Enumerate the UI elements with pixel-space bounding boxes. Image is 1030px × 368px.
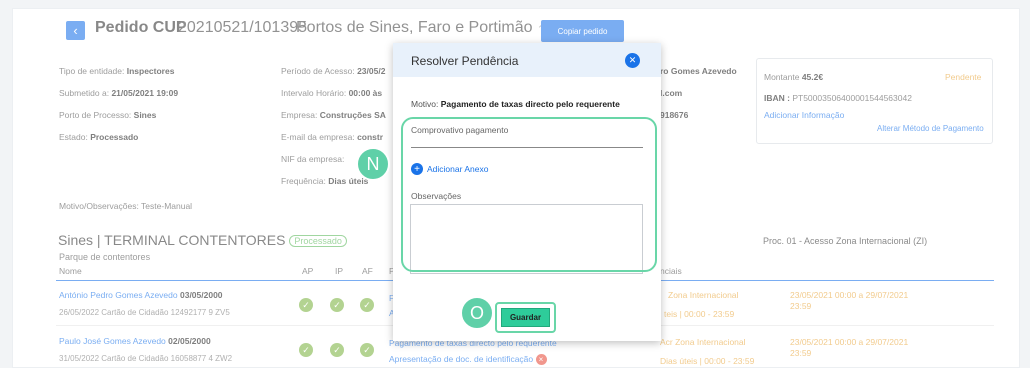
form-highlight (401, 117, 657, 272)
close-button[interactable]: ✕ (625, 53, 640, 68)
save-button[interactable]: Guardar (501, 308, 550, 327)
modal-title: Resolver Pendência (411, 54, 519, 68)
modal-reason: Motivo: Pagamento de taxas directo pelo … (411, 99, 620, 109)
marker-o: O (460, 296, 494, 330)
close-icon: ✕ (628, 55, 637, 65)
marker-n: N (356, 147, 390, 181)
